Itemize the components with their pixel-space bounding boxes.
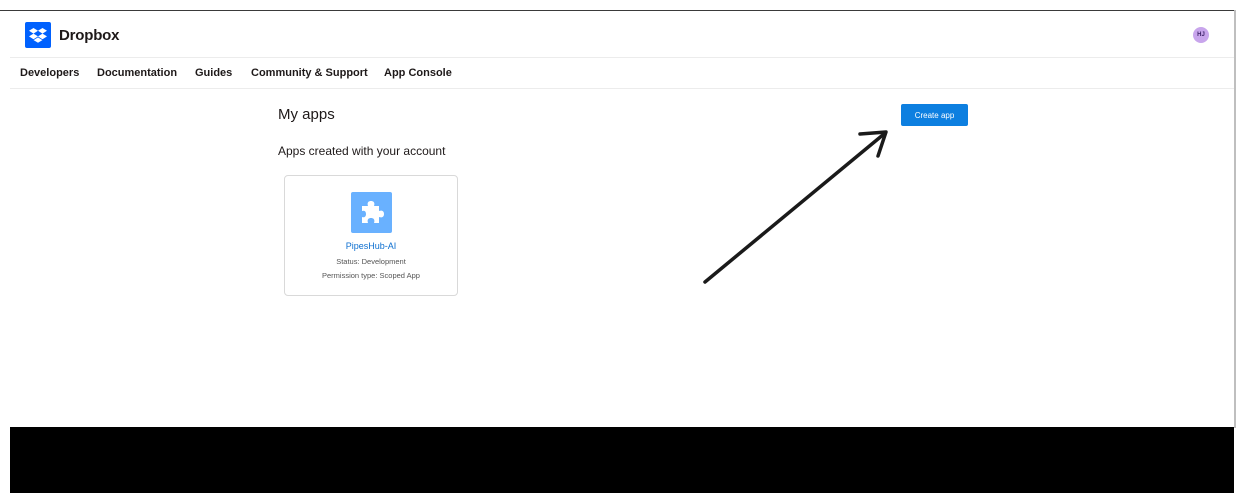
bottom-black-bar <box>10 427 1234 493</box>
